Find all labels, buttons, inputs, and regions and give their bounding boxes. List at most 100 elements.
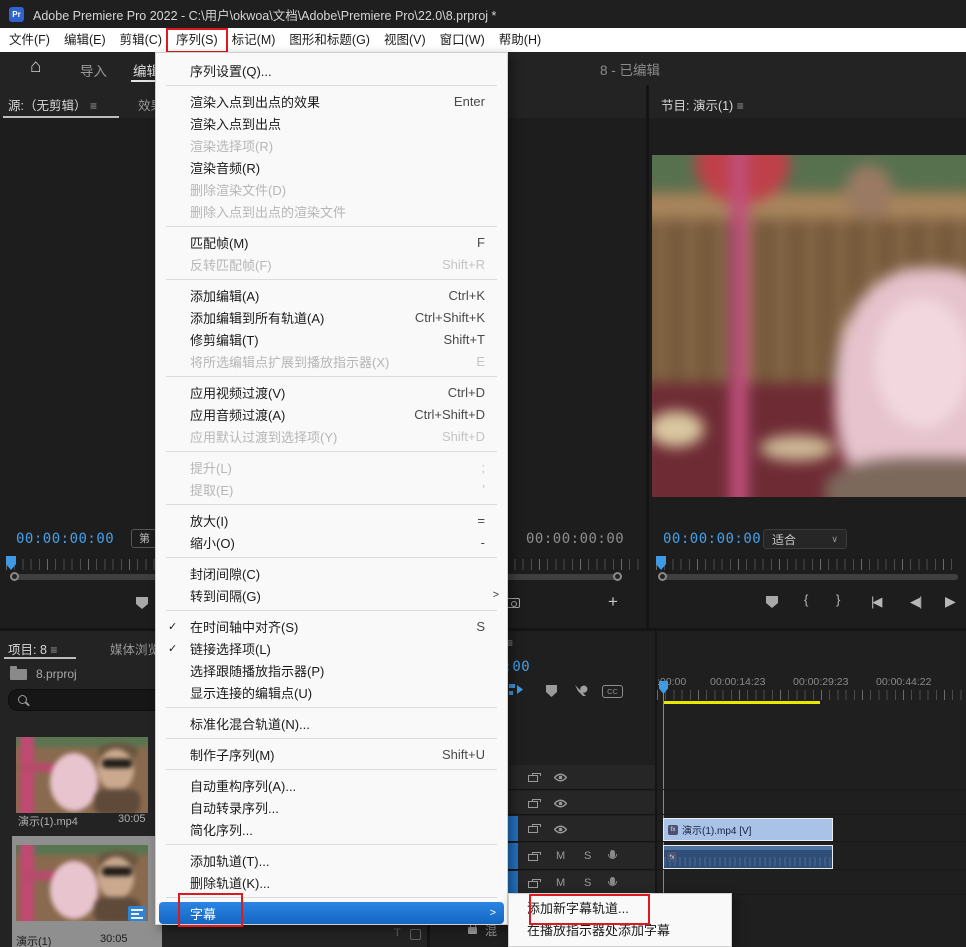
solo-button[interactable]: S — [584, 850, 591, 862]
tab-import[interactable]: 导入 — [80, 60, 107, 80]
button-editor-plus-icon[interactable]: + — [608, 592, 618, 612]
step-back-icon[interactable]: ◀| — [910, 594, 921, 610]
menu-window[interactable]: 窗口(W) — [433, 28, 492, 52]
timeline-marker-icon[interactable] — [546, 685, 557, 697]
captions-display-icon[interactable]: CC — [602, 685, 623, 698]
menu-item-trim-edit[interactable]: 修剪编辑(T)Shift+T — [156, 328, 507, 350]
timeline-ruler[interactable] — [657, 690, 966, 700]
menu-item-apply-video-transition[interactable]: 应用视频过渡(V)Ctrl+D — [156, 381, 507, 403]
menu-item-lift[interactable]: 提升(L); — [156, 456, 507, 478]
program-fit-dropdown[interactable]: 适合 ∨ — [763, 529, 847, 549]
sync-lock-icon[interactable] — [528, 801, 538, 808]
eye-icon[interactable] — [554, 773, 567, 782]
menu-item-linked-selection[interactable]: ✓链接选择项(L) — [156, 637, 507, 659]
menu-item-match-frame[interactable]: 匹配帧(M)F — [156, 231, 507, 253]
menu-edit[interactable]: 编辑(E) — [57, 28, 113, 52]
menu-separator — [166, 738, 497, 739]
clip-name[interactable]: 演示(1).mp4 — [18, 813, 78, 829]
clip-cell-selected[interactable]: 演示(1) 30:05 — [12, 836, 162, 947]
tool-icon-dim-1[interactable]: T — [394, 927, 401, 939]
wrench-icon[interactable] — [574, 683, 588, 697]
clip-name[interactable]: 演示(1) — [16, 933, 51, 947]
menu-item-make-subsequence[interactable]: 制作子序列(M)Shift+U — [156, 743, 507, 765]
sync-lock-icon[interactable] — [528, 854, 538, 861]
menu-item-add-edit-all-tracks[interactable]: 添加编辑到所有轨道(A)Ctrl+Shift+K — [156, 306, 507, 328]
export-frame-icon[interactable] — [506, 598, 520, 608]
program-panel-menu-icon[interactable]: ≡ — [737, 99, 744, 113]
menu-item-apply-audio-transition[interactable]: 应用音频过渡(A)Ctrl+Shift+D — [156, 403, 507, 425]
eye-icon[interactable] — [554, 799, 567, 808]
menu-item-extract[interactable]: 提取(E)' — [156, 478, 507, 500]
mark-in-icon[interactable]: { — [804, 592, 808, 607]
menu-item-snap-in-timeline[interactable]: ✓在时间轴中对齐(S)S — [156, 615, 507, 637]
sync-lock-icon[interactable] — [528, 881, 538, 888]
tool-icon-dim-2[interactable] — [410, 929, 421, 940]
menu-graphics[interactable]: 图形和标题(G) — [282, 28, 377, 52]
timeline-audio-clip[interactable]: fx — [663, 845, 833, 869]
menu-sequence[interactable]: 序列(S) — [169, 28, 225, 52]
sync-lock-icon[interactable] — [528, 775, 538, 782]
program-scrollbar[interactable] — [658, 574, 958, 580]
lock-icon[interactable] — [468, 927, 477, 934]
program-ruler[interactable] — [656, 559, 959, 570]
menu-item-show-through-edits[interactable]: 显示连接的编辑点(U) — [156, 681, 507, 703]
menu-item-auto-transcribe-sequence[interactable]: 自动转录序列... — [156, 796, 507, 818]
menu-item-render-in-out-effects[interactable]: 渲染入点到出点的效果Enter — [156, 90, 507, 112]
mute-button[interactable]: M — [556, 877, 565, 889]
menu-item-sequence-settings[interactable]: 序列设置(Q)... — [156, 59, 507, 81]
menu-item-normalize-master-track[interactable]: 标准化混合轨道(N)... — [156, 712, 507, 734]
mic-icon[interactable] — [610, 877, 615, 885]
solo-button[interactable]: S — [584, 877, 591, 889]
menu-item-render-audio[interactable]: 渲染音频(R) — [156, 156, 507, 178]
menu-item-delete-render-files[interactable]: 删除渲染文件(D) — [156, 178, 507, 200]
clip-thumbnail-video[interactable] — [16, 737, 148, 813]
mark-out-icon[interactable]: } — [836, 592, 840, 607]
sync-lock-icon[interactable] — [528, 826, 538, 833]
project-panel-menu-icon[interactable]: ≡ — [50, 643, 57, 657]
menu-separator — [166, 610, 497, 611]
mic-icon[interactable] — [610, 850, 615, 858]
source-timecode[interactable]: 00:00:00:00 — [16, 531, 114, 547]
timeline-video-clip[interactable]: fx 演示(1).mp4 [V] — [663, 818, 833, 841]
eye-icon[interactable] — [554, 825, 567, 834]
tab-project[interactable]: 项目: 8 ≡ — [8, 639, 57, 658]
source-add-marker-icon[interactable] — [136, 597, 148, 609]
project-folder-icon[interactable] — [10, 669, 27, 680]
nest-toggle-icon[interactable] — [508, 683, 524, 696]
menu-item-zoom-out[interactable]: 缩小(O)- — [156, 531, 507, 553]
menu-view[interactable]: 视图(V) — [377, 28, 433, 52]
mute-button[interactable]: M — [556, 850, 565, 862]
menu-item-apply-default-transition[interactable]: 应用默认过渡到选择项(Y)Shift+D — [156, 425, 507, 447]
menu-item-close-gap[interactable]: 封闭间隙(C) — [156, 562, 507, 584]
menu-item-auto-reframe-sequence[interactable]: 自动重构序列(A)... — [156, 774, 507, 796]
project-file-name[interactable]: 8.prproj — [36, 667, 77, 681]
source-scroll-knob-right[interactable] — [613, 572, 622, 581]
program-timecode[interactable]: 00:00:00:00 — [663, 531, 761, 547]
menu-item-simplify-sequence[interactable]: 简化序列... — [156, 818, 507, 840]
menu-markers[interactable]: 标记(M) — [225, 28, 283, 52]
menu-clip[interactable]: 剪辑(C) — [113, 28, 169, 52]
menu-file[interactable]: 文件(F) — [2, 28, 57, 52]
menu-item-go-to-gap[interactable]: 转到间隔(G)> — [156, 584, 507, 606]
menu-item-add-tracks[interactable]: 添加轨道(T)... — [156, 849, 507, 871]
menu-item-zoom-in[interactable]: 放大(I)= — [156, 509, 507, 531]
program-scroll-knob[interactable] — [658, 572, 667, 581]
menu-item-selection-follows-playhead[interactable]: 选择跟随播放指示器(P) — [156, 659, 507, 681]
go-to-in-icon[interactable]: |◀ — [871, 594, 880, 610]
source-panel-menu-icon[interactable]: ≡ — [90, 99, 97, 113]
program-add-marker-icon[interactable] — [766, 596, 778, 608]
tab-program[interactable]: 节目: 演示(1) ≡ — [661, 95, 744, 114]
menu-item-render-selection[interactable]: 渲染选择项(R) — [156, 134, 507, 156]
menu-separator — [166, 376, 497, 377]
menu-item-add-edit[interactable]: 添加编辑(A)Ctrl+K — [156, 284, 507, 306]
menu-item-delete-tracks[interactable]: 删除轨道(K)... — [156, 871, 507, 893]
menu-item-reverse-match-frame[interactable]: 反转匹配帧(F)Shift+R — [156, 253, 507, 275]
menu-help[interactable]: 帮助(H) — [492, 28, 548, 52]
menu-item-render-in-to-out[interactable]: 渲染入点到出点 — [156, 112, 507, 134]
menu-item-delete-in-out-render-files[interactable]: 删除入点到出点的渲染文件 — [156, 200, 507, 222]
source-scroll-knob-left[interactable] — [10, 572, 19, 581]
tab-source[interactable]: 源:（无剪辑） ≡ — [8, 95, 97, 114]
home-icon[interactable]: ⌂ — [30, 56, 41, 78]
play-icon[interactable]: ▶ — [945, 593, 956, 610]
menu-item-extend-selected-edit[interactable]: 将所选编辑点扩展到播放指示器(X)E — [156, 350, 507, 372]
